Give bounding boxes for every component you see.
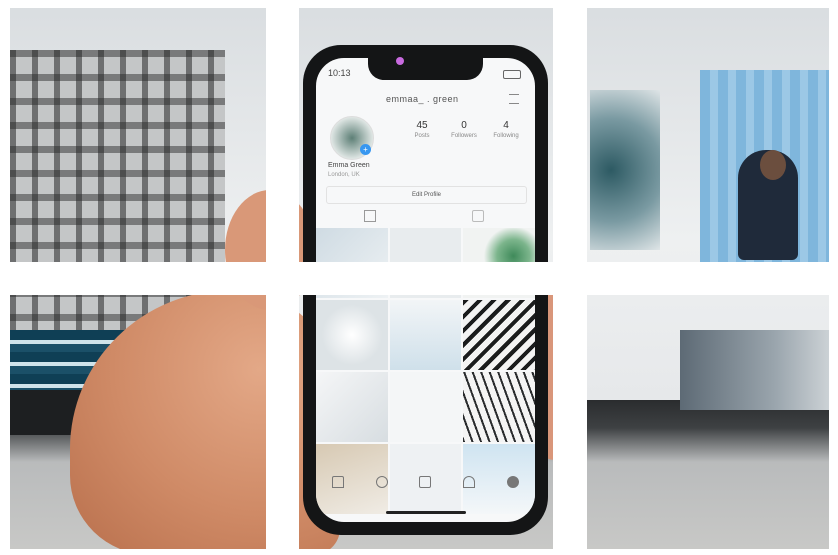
front-camera [396,57,404,65]
add-story-icon[interactable]: + [360,144,371,155]
gutter-top [0,0,838,8]
stat-posts[interactable]: 45 Posts [400,120,444,139]
status-time: 10:13 [328,68,351,78]
gutter-bottom [0,549,838,555]
stat-following-label: Following [493,133,519,139]
heart-icon[interactable] [463,476,476,488]
edit-profile-button[interactable]: Edit Profile [326,186,527,204]
stat-following-value: 4 [503,120,509,131]
stat-following[interactable]: 4 Following [484,120,528,139]
home-indicator [386,511,466,514]
photo-tile[interactable] [389,372,462,442]
profile-username[interactable]: emmaa_ . green [386,94,459,104]
monitor-lower-right-photo [680,330,838,410]
photo-tile[interactable] [463,300,535,370]
phone-notch [368,58,483,80]
add-post-icon[interactable] [419,476,432,488]
menu-icon[interactable] [509,94,519,104]
gutter-horizontal [0,262,838,295]
home-icon[interactable] [331,476,344,488]
battery-icon [503,70,521,79]
grid-view-icon[interactable] [364,210,376,222]
profile-icon[interactable] [507,476,520,488]
tagged-photos-icon[interactable] [472,210,484,222]
profile-name: Emma Green [328,162,370,169]
photo-tile[interactable] [316,300,388,370]
monitor-teal-photo [590,90,660,250]
stat-posts-value: 45 [416,120,428,131]
stat-posts-label: Posts [414,133,430,139]
bottom-nav [316,470,535,494]
search-icon[interactable] [375,476,388,488]
stat-followers-value: 0 [461,120,467,131]
photo-tile[interactable] [463,372,535,442]
photo-tile[interactable] [389,300,462,370]
profile-location: London, UK [328,172,360,178]
stat-followers-label: Followers [451,133,477,139]
stat-followers[interactable]: 0 Followers [442,120,486,139]
person-head [760,150,786,180]
photo-tile[interactable] [316,372,388,442]
